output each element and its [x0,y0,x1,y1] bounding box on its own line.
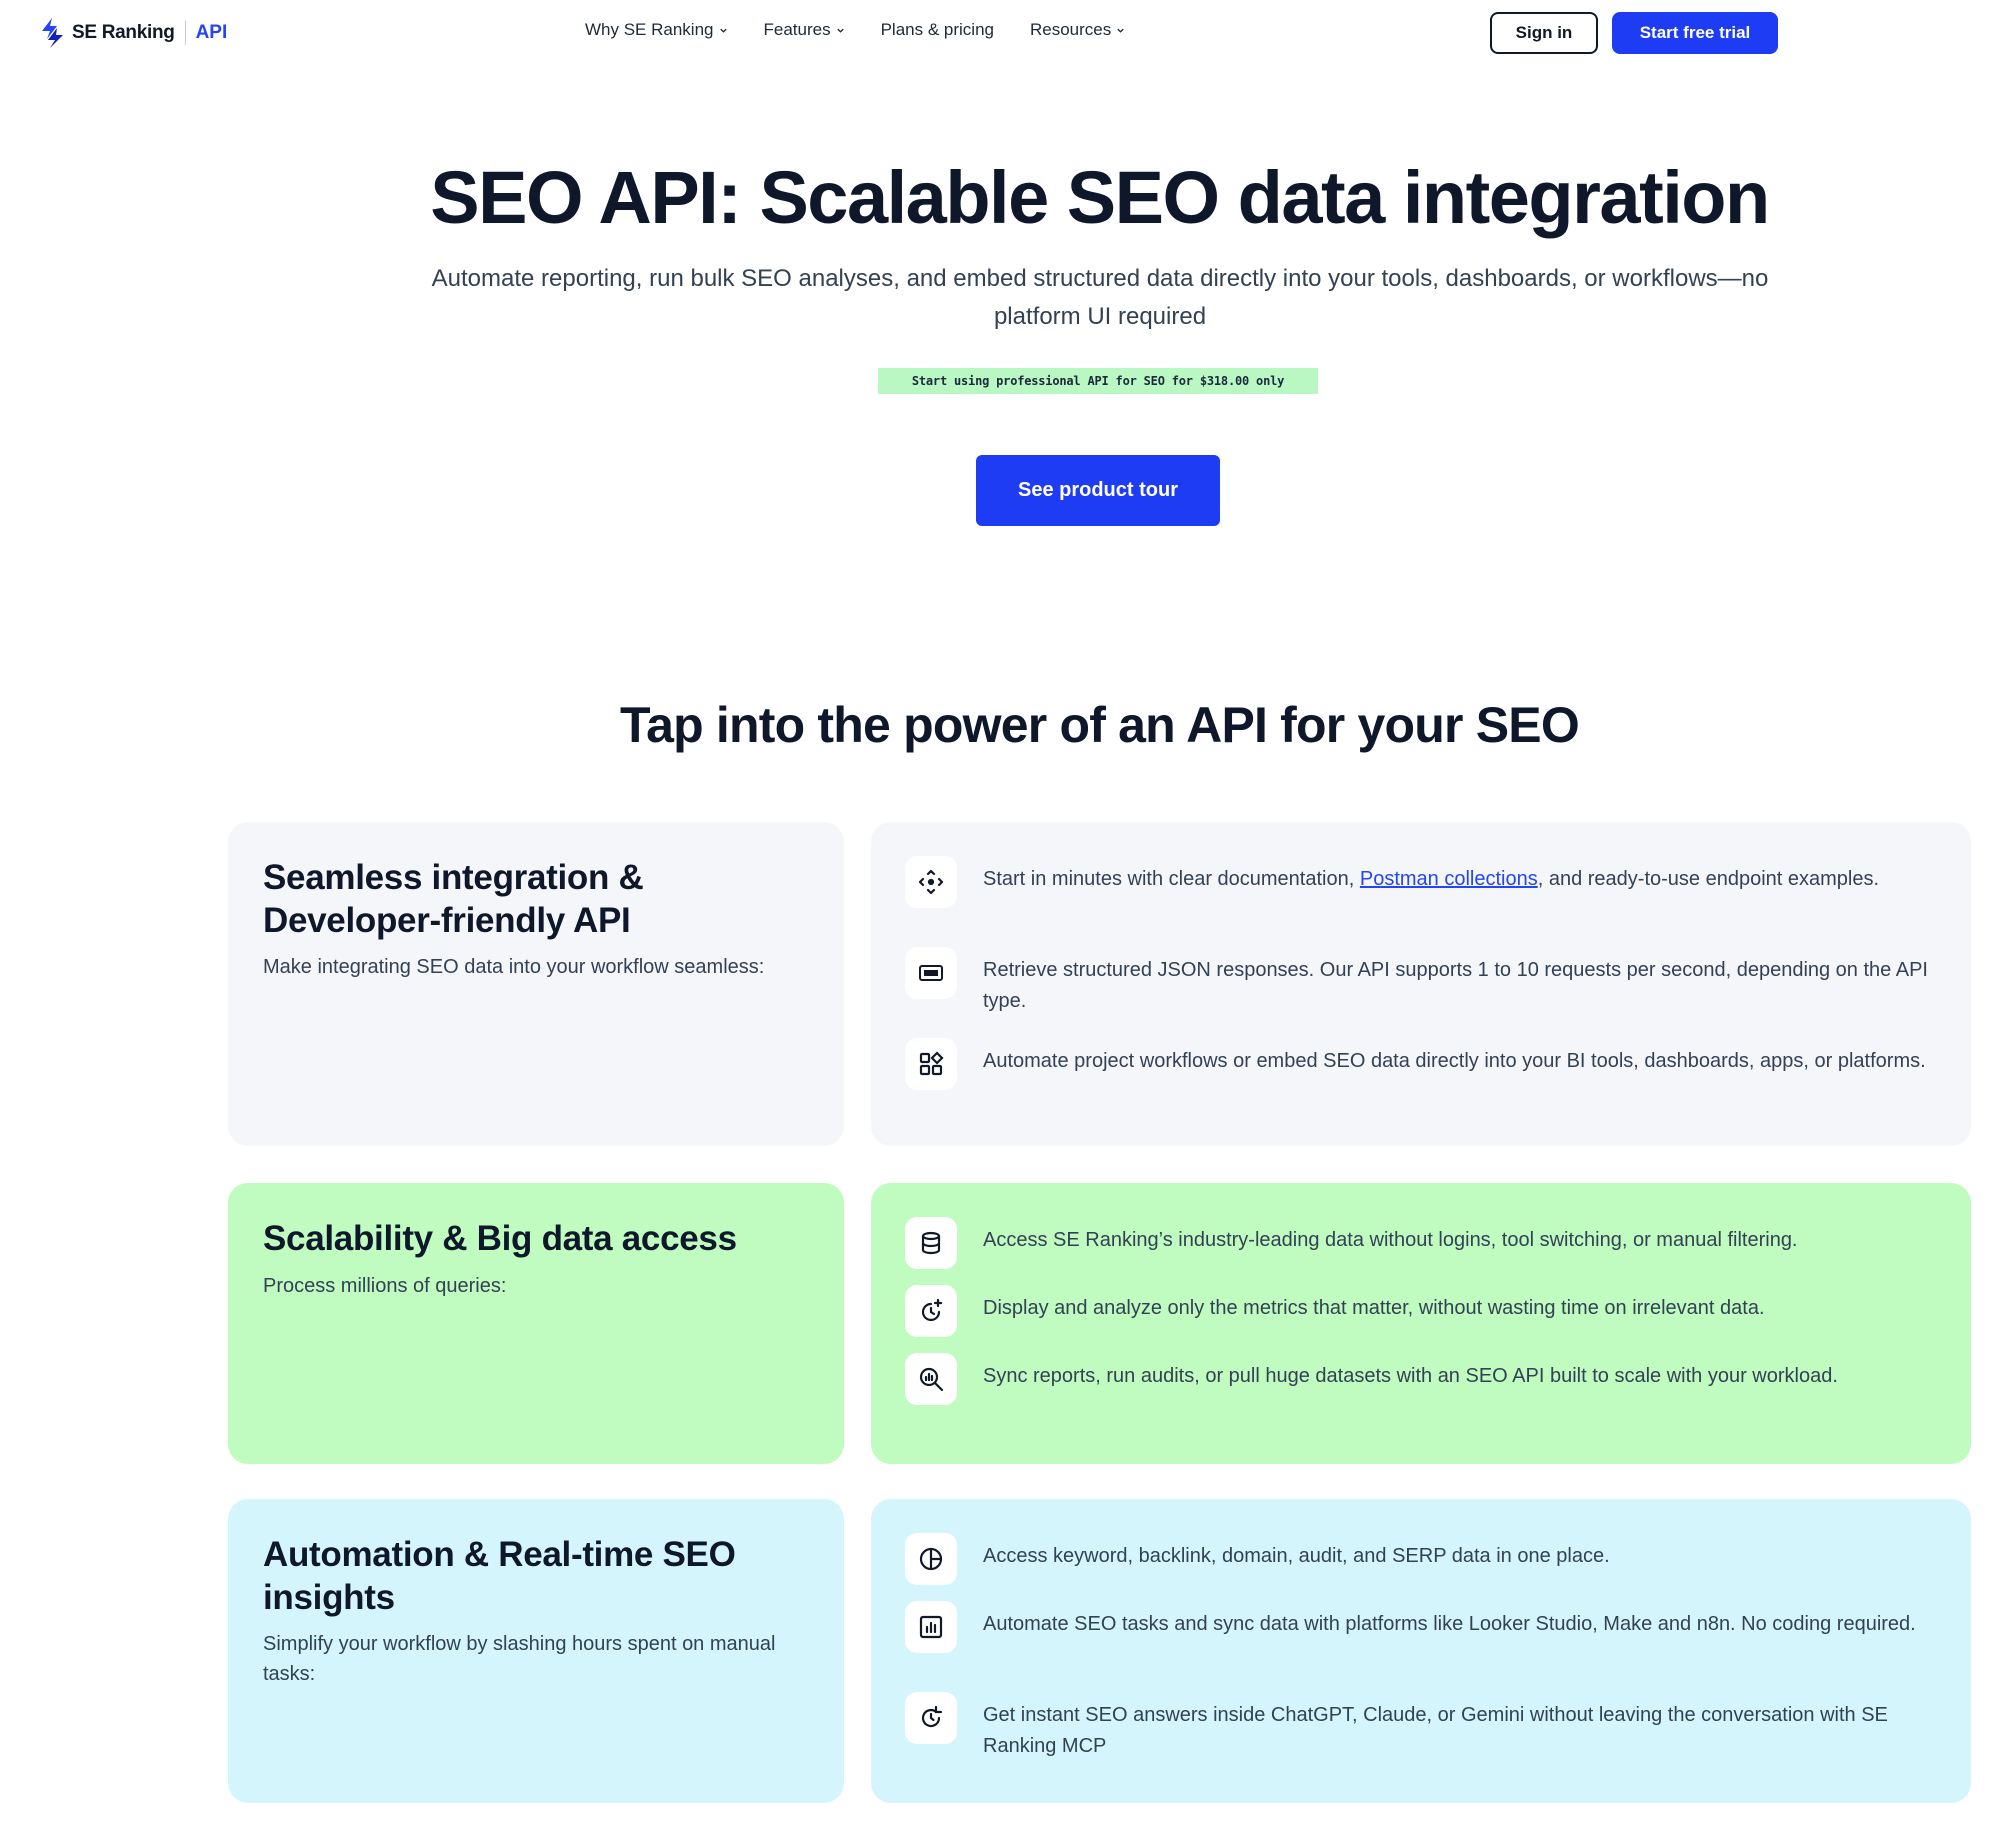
nav-label: Why SE Ranking [585,20,714,39]
card-title: Seamless integration & Developer-friendl… [263,858,644,940]
hero-subtitle: Automate reporting, run bulk SEO analyse… [431,265,1769,330]
search-chart-icon [905,1353,957,1405]
sign-in-button[interactable]: Sign in [1490,12,1598,54]
feature-text-end: , and ready-to-use endpoint examples. [1537,868,1880,890]
card-description: Make integrating SEO data into your work… [263,956,765,978]
feature-text: Automate project workflows or embed SEO … [983,1050,1926,1072]
card-title: Automation & Real-time SEO insights [263,1535,736,1617]
feature-text: Start in minutes with clear documentatio… [983,856,1879,895]
refresh-clock-icon [905,1692,957,1744]
nav-resources[interactable]: Resources [1030,20,1125,40]
widgets-icon [905,1038,957,1090]
feature-item: Retrieve structured JSON responses. Our … [905,947,1935,1017]
card-scalability-summary: Scalability & Big data access Process mi… [228,1183,844,1464]
nav-label: Plans & pricing [880,20,994,39]
nav-plans-pricing[interactable]: Plans & pricing [881,20,994,40]
card-integration-summary: Seamless integration & Developer-friendl… [228,822,844,1146]
chevron-down-icon [836,28,844,33]
feature-text: Get instant SEO answers inside ChatGPT, … [983,1704,1888,1757]
feature-item: Access SE Ranking’s industry-leading dat… [905,1217,1935,1269]
card-title: Scalability & Big data access [263,1219,737,1258]
feature-item: Access keyword, backlink, domain, audit,… [905,1533,1935,1585]
feature-text: Display and analyze only the metrics tha… [983,1297,1765,1319]
chevron-down-icon [1117,28,1124,33]
logo-text: SE Ranking [72,22,175,43]
feature-item: Automate SEO tasks and sync data with pl… [905,1601,1935,1653]
feature-text: Automate SEO tasks and sync data with pl… [983,1613,1916,1635]
card-description: Process millions of queries: [263,1275,507,1297]
postman-collections-link[interactable]: Postman collections [1360,868,1538,890]
feature-text: Sync reports, run audits, or pull huge d… [983,1365,1838,1387]
database-icon [905,1217,957,1269]
logo-api-label: API [195,22,228,43]
nav-label: Resources [1029,20,1112,39]
logo-divider [184,21,186,45]
feature-text: Access SE Ranking’s industry-leading dat… [983,1229,1798,1251]
nav-features[interactable]: Features [764,20,845,40]
bar-chart-icon [905,1601,957,1653]
card-automation-summary: Automation & Real-time SEO insights Simp… [228,1499,844,1803]
move-icon [905,856,957,908]
feature-item: Sync reports, run audits, or pull huge d… [905,1353,1935,1405]
feature-text: Access keyword, backlink, domain, audit,… [983,1545,1610,1567]
feature-item: Start in minutes with clear documentatio… [905,856,1935,908]
feature-item: Get instant SEO answers inside ChatGPT, … [905,1692,1935,1762]
section-title: Tap into the power of an API for your SE… [620,697,1580,753]
feature-item: Display and analyze only the metrics tha… [905,1285,1935,1337]
hero-title: SEO API: Scalable SEO data integration [430,156,1770,239]
nav-why-se-ranking[interactable]: Why SE Ranking [585,20,728,40]
card-scalability-features: Access SE Ranking’s industry-leading dat… [871,1183,1971,1464]
feature-text: Retrieve structured JSON responses. Our … [983,959,1928,1012]
nav-label: Features [763,20,831,39]
feature-text-start: Start in minutes with clear documentatio… [983,868,1360,890]
main-nav: Why SE Ranking Features Plans & pricing … [585,20,1125,40]
feature-item: Automate project workflows or embed SEO … [905,1038,1935,1090]
clock-plus-icon [905,1285,957,1337]
start-free-trial-button[interactable]: Start free trial [1612,12,1778,54]
pie-chart-icon [905,1533,957,1585]
see-product-tour-button[interactable]: See product tour [976,455,1220,526]
logo[interactable]: SE Ranking API [38,16,227,50]
site-header: SE Ranking API Why SE Ranking Features P… [0,0,1999,66]
card-integration-features: Start in minutes with clear documentatio… [871,822,1971,1146]
card-automation-features: Access keyword, backlink, domain, audit,… [871,1499,1971,1803]
json-icon [905,947,957,999]
chevron-down-icon [719,28,727,33]
price-badge: Start using professional API for SEO for… [878,368,1318,394]
hero: SEO API: Scalable SEO data integration [0,155,1999,255]
logo-bolt-icon [42,18,63,48]
card-description: Simplify your workflow by slashing hours… [263,1633,776,1685]
